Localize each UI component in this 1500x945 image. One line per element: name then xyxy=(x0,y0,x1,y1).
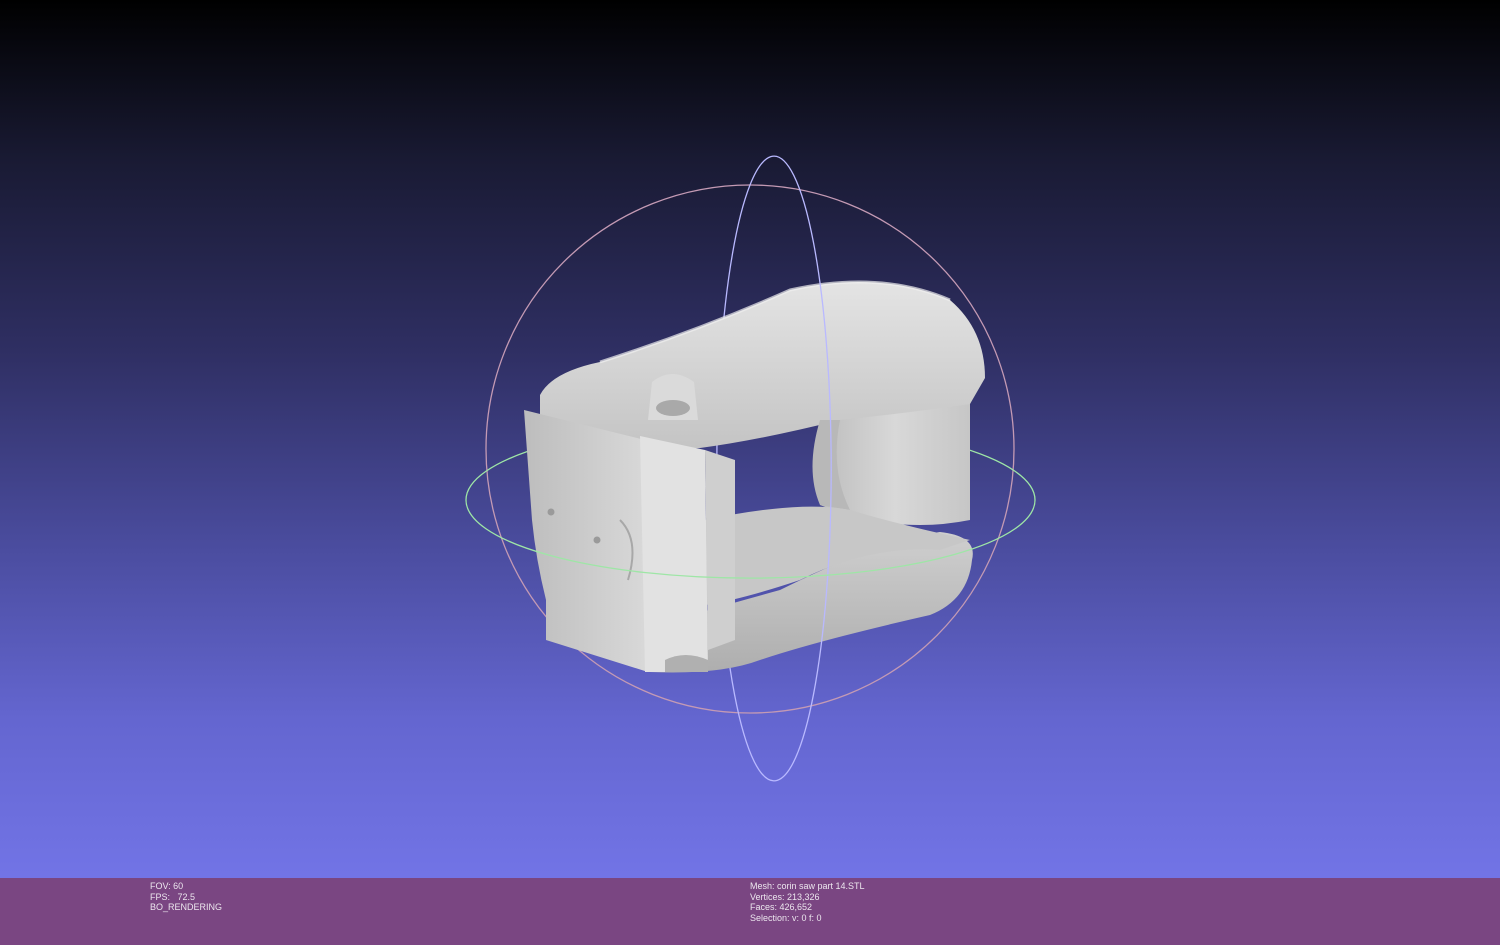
mesh-front-block-side xyxy=(524,410,648,672)
mesh-screw-hole-2 xyxy=(593,536,601,544)
fps-readout: FPS: 72.5 xyxy=(150,891,196,902)
mesh-front-block-inner xyxy=(705,450,735,650)
selection-info: Selection: v: 0 f: 0 xyxy=(750,912,822,923)
vertex-count: Vertices: 213,326 xyxy=(750,891,820,902)
mesh-name: Mesh: corin saw part 14.STL xyxy=(750,881,865,891)
face-count: Faces: 426,652 xyxy=(750,902,813,912)
scene-canvas[interactable] xyxy=(0,0,1500,878)
status-bar: FOV: 60 FPS: 72.5 BO_RENDERING Mesh: cor… xyxy=(0,878,1500,945)
mesh-top-hole xyxy=(656,400,690,416)
rendering-mode: BO_RENDERING xyxy=(150,902,223,912)
mesh-screw-hole-1 xyxy=(547,508,555,516)
render-info-panel: FOV: 60 FPS: 72.5 BO_RENDERING xyxy=(150,881,222,913)
mesh-front-block-face xyxy=(640,436,708,672)
mesh-info-panel: Mesh: corin saw part 14.STL Vertices: 21… xyxy=(750,881,865,923)
3d-viewport[interactable] xyxy=(0,0,1500,878)
fov-readout: FOV: 60 xyxy=(150,881,184,891)
mesh-model[interactable] xyxy=(524,280,985,673)
